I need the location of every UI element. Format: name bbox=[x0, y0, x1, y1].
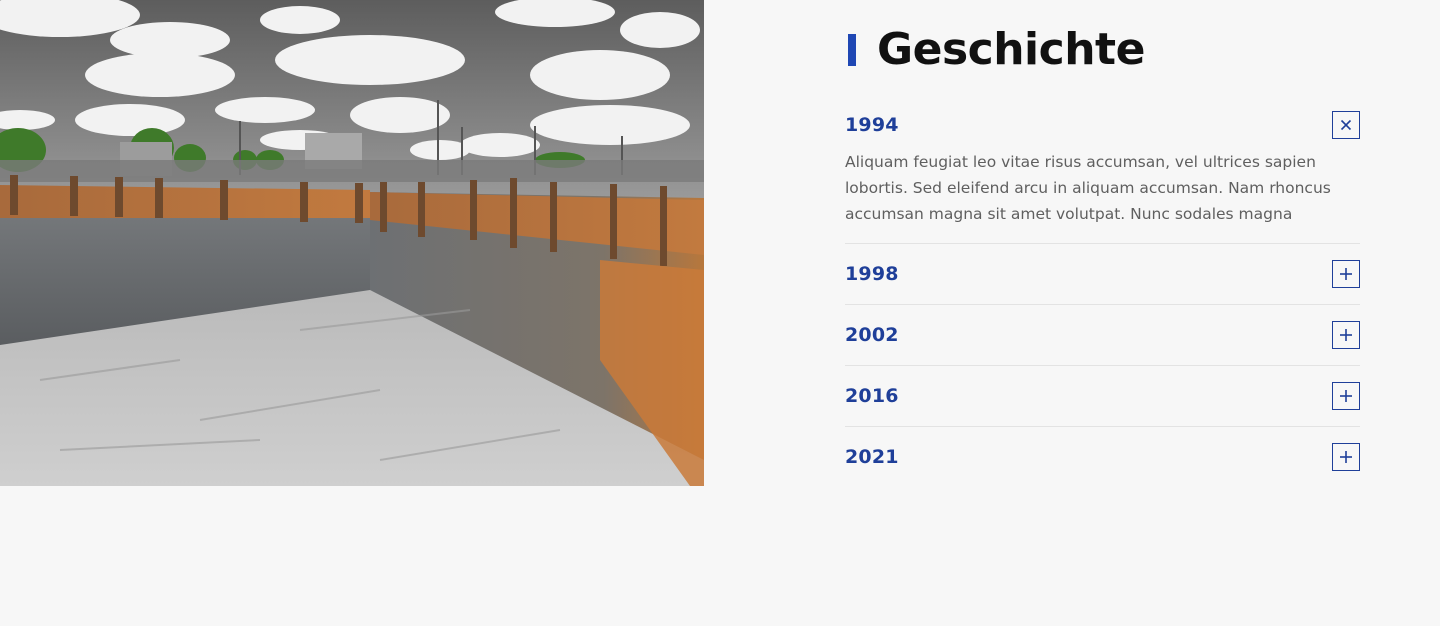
accordion-header-1994[interactable]: 1994 bbox=[845, 111, 1360, 139]
accordion-header-1998[interactable]: 1998 bbox=[845, 244, 1360, 304]
accordion-year: 2021 bbox=[845, 446, 899, 468]
expand-button[interactable] bbox=[1332, 382, 1360, 410]
page-title: Geschichte bbox=[877, 24, 1145, 75]
accordion-item-2021: 2021 bbox=[845, 427, 1360, 487]
accordion-item-2002: 2002 bbox=[845, 305, 1360, 366]
accordion-item-1998: 1998 bbox=[845, 244, 1360, 305]
expand-button[interactable] bbox=[1332, 260, 1360, 288]
page: Geschichte 1994 Aliquam feugiat leo vita… bbox=[0, 0, 1440, 626]
expand-button[interactable] bbox=[1332, 321, 1360, 349]
history-section: Geschichte 1994 Aliquam feugiat leo vita… bbox=[845, 24, 1360, 487]
plus-icon bbox=[1340, 390, 1352, 402]
accordion-item-2016: 2016 bbox=[845, 366, 1360, 427]
plus-icon bbox=[1340, 268, 1352, 280]
heading-accent-bar bbox=[848, 34, 856, 66]
accordion-year: 2016 bbox=[845, 385, 899, 407]
close-icon bbox=[1340, 119, 1352, 131]
section-heading: Geschichte bbox=[848, 24, 1360, 76]
accordion-year: 2002 bbox=[845, 324, 899, 346]
accordion-header-2002[interactable]: 2002 bbox=[845, 305, 1360, 365]
accordion-header-2021[interactable]: 2021 bbox=[845, 427, 1360, 487]
expand-button[interactable] bbox=[1332, 443, 1360, 471]
accordion-content: Aliquam feugiat leo vitae risus accumsan… bbox=[845, 153, 1331, 223]
accordion-year: 1994 bbox=[845, 114, 899, 136]
plus-icon bbox=[1340, 329, 1352, 341]
accordion-item-1994: 1994 Aliquam feugiat leo vitae risus acc… bbox=[845, 111, 1360, 244]
collapse-button[interactable] bbox=[1332, 111, 1360, 139]
construction-pit-image bbox=[0, 0, 704, 486]
accordion-header-2016[interactable]: 2016 bbox=[845, 366, 1360, 426]
accordion-year: 1998 bbox=[845, 263, 899, 285]
plus-icon bbox=[1340, 451, 1352, 463]
history-accordion: 1994 Aliquam feugiat leo vitae risus acc… bbox=[845, 111, 1360, 487]
